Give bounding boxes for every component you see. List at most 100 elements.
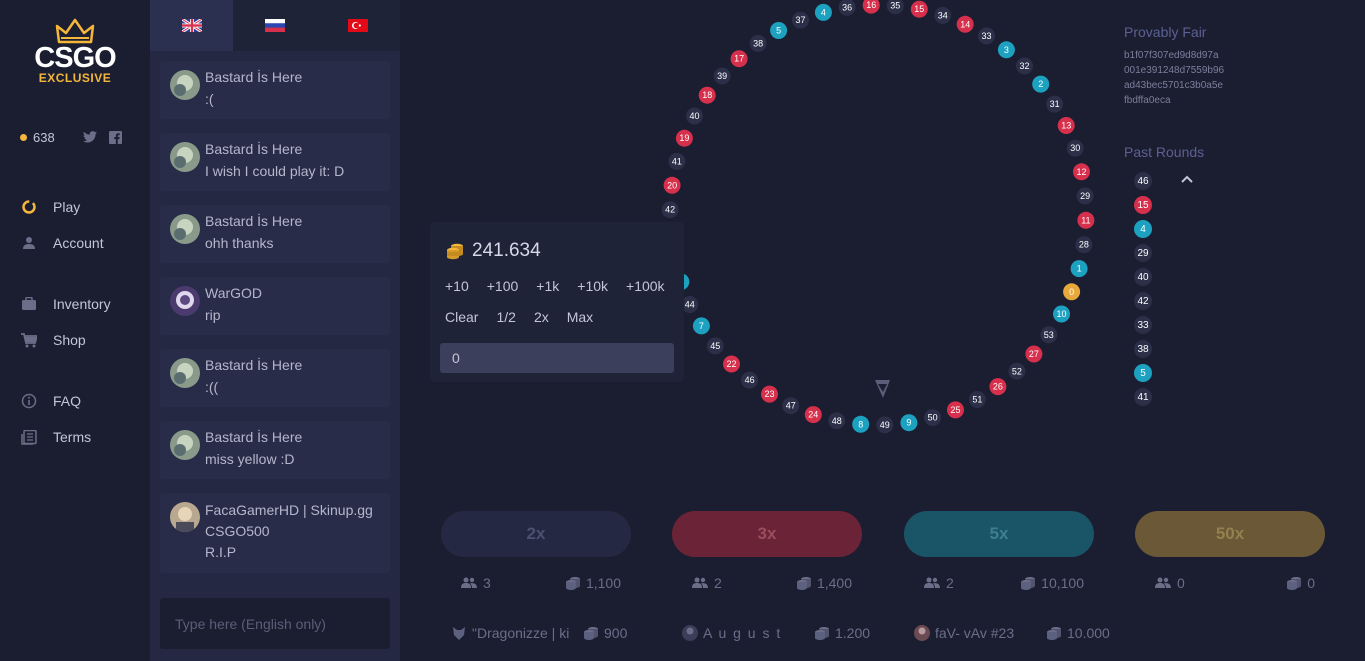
hash-line: fbdffa0eca: [1124, 95, 1171, 106]
chat-text: :(: [205, 91, 214, 107]
past-round-chip: 41: [1134, 388, 1152, 406]
wheel-slot-number: 17: [734, 54, 744, 64]
wheel-slot-number: 25: [950, 405, 960, 415]
wheel-slot-number: 50: [928, 413, 938, 423]
chat-input[interactable]: [160, 598, 390, 649]
provably-fair-title[interactable]: Provably Fair: [1124, 24, 1206, 40]
wheel-slot-number: 27: [1029, 349, 1039, 359]
bet-5x-button[interactable]: 5x: [904, 511, 1094, 557]
nav-play-label: Play: [53, 199, 81, 215]
increment-row: +10 +100 +1k +10k +100k: [445, 278, 665, 294]
chat-username[interactable]: Bastard İs Here: [205, 213, 385, 229]
nav-terms-label: Terms: [53, 429, 92, 445]
balance-row: 638: [20, 129, 140, 145]
wheel-slot: 17: [730, 50, 748, 68]
wheel-slot: 16: [862, 0, 880, 14]
users-icon: [692, 577, 708, 588]
add-1k-button[interactable]: +1k: [536, 278, 559, 294]
bettor-name: A u g u s t: [703, 625, 782, 641]
nav-faq-label: FAQ: [53, 393, 82, 409]
players-count: 3: [483, 575, 491, 591]
turkey-flag-icon: [348, 19, 369, 32]
chat-username[interactable]: WarGOD: [205, 285, 385, 301]
bet-3x-button[interactable]: 3x: [672, 511, 862, 557]
chat-username[interactable]: Bastard İs Here: [205, 357, 385, 373]
bettor-amount: 900: [604, 625, 628, 641]
add-100-button[interactable]: +100: [487, 278, 519, 294]
tab-russian[interactable]: [233, 0, 317, 51]
nav-shop[interactable]: Shop: [20, 330, 86, 350]
bet-50x-button[interactable]: 50x: [1135, 511, 1325, 557]
nav-terms[interactable]: Terms: [20, 427, 91, 447]
tab-english[interactable]: [150, 0, 234, 51]
wheel-slot: 19: [675, 129, 693, 147]
cart-icon: [20, 331, 38, 349]
avatar: [914, 625, 930, 641]
wolf-avatar-icon: [453, 627, 465, 640]
chat-message: WarGOD rip: [160, 277, 390, 335]
chat-username[interactable]: Bastard İs Here: [205, 429, 385, 445]
avatar[interactable]: [170, 358, 200, 388]
nav-play[interactable]: Play: [20, 197, 80, 217]
coins-icon: [1021, 577, 1036, 590]
players-count: 0: [1177, 575, 1185, 591]
wheel-slot: 29: [1076, 187, 1094, 205]
logo[interactable]: CSGO EXCLUSIVE: [22, 18, 128, 98]
info-icon: [20, 392, 38, 410]
wheel-slot-number: 53: [1044, 330, 1054, 340]
wheel-slot: 30: [1066, 139, 1084, 157]
wheel-slot-number: 14: [960, 19, 970, 29]
bet-total: 10,100: [1041, 575, 1084, 591]
bet-column-5x: 5x 2 10,100 faV- vAv #23 10.000: [904, 511, 1110, 641]
wheel-slot-number: 40: [689, 111, 699, 121]
avatar[interactable]: [170, 286, 200, 316]
chat-username[interactable]: FacaGamerHD | Skinup.gg CSGO500: [205, 500, 385, 542]
tab-turkish[interactable]: [316, 0, 400, 51]
chat-text: ohh thanks: [205, 235, 274, 251]
avatar[interactable]: [170, 214, 200, 244]
coins-icon: [1047, 627, 1061, 640]
chat-message: FacaGamerHD | Skinup.gg CSGO500 R.I.P: [160, 493, 390, 573]
users-icon: [1155, 577, 1171, 588]
chat-username[interactable]: Bastard İs Here: [205, 69, 385, 85]
wheel-slot: 8: [852, 415, 870, 433]
hash-line: ad43bec5701c3b0a5e: [1124, 80, 1223, 91]
facebook-icon[interactable]: [108, 130, 122, 144]
nav-faq[interactable]: FAQ: [20, 391, 81, 411]
players-count: 2: [714, 575, 722, 591]
nav-inventory[interactable]: Inventory: [20, 294, 111, 314]
wheel-slot-number: 49: [880, 420, 890, 430]
max-button[interactable]: Max: [567, 309, 593, 325]
avatar[interactable]: [170, 430, 200, 460]
twitter-icon[interactable]: [82, 131, 97, 143]
wheel-slot-number: 19: [679, 133, 689, 143]
add-10k-button[interactable]: +10k: [577, 278, 608, 294]
double-button[interactable]: 2x: [534, 309, 549, 325]
wheel-slot-number: 48: [832, 416, 842, 426]
wheel-slot: 4: [814, 3, 832, 21]
avatar[interactable]: [170, 70, 200, 100]
chat-username[interactable]: Bastard İs Here: [205, 141, 385, 157]
avatar[interactable]: [170, 142, 200, 172]
wheel-slot-number: 29: [1080, 191, 1090, 201]
add-10-button[interactable]: +10: [445, 278, 469, 294]
wheel-slot: 28: [1075, 236, 1093, 254]
wheel-slot-number: 11: [1081, 215, 1090, 225]
clear-button[interactable]: Clear: [445, 309, 478, 325]
bettor-name: "Dragonizze | ki: [472, 625, 570, 641]
half-button[interactable]: 1/2: [496, 309, 515, 325]
wheel-slot-number: 36: [842, 2, 852, 12]
bet-amount-input[interactable]: [440, 343, 674, 373]
chevron-up-icon[interactable]: [1179, 172, 1195, 186]
avatar[interactable]: [170, 502, 200, 532]
wheel-slot-number: 10: [1056, 309, 1066, 319]
bettor-name: faV- vAv #23: [935, 625, 1015, 641]
logo-brand: CSGO: [34, 42, 116, 74]
wheel-slot: 38: [749, 34, 767, 52]
bet-2x-button[interactable]: 2x: [441, 511, 631, 557]
add-100k-button[interactable]: +100k: [626, 278, 665, 294]
wheel-slot: 41: [668, 152, 686, 170]
nav-account[interactable]: Account: [20, 233, 104, 253]
users-icon: [461, 577, 477, 588]
wheel-slot: 49: [876, 416, 894, 434]
